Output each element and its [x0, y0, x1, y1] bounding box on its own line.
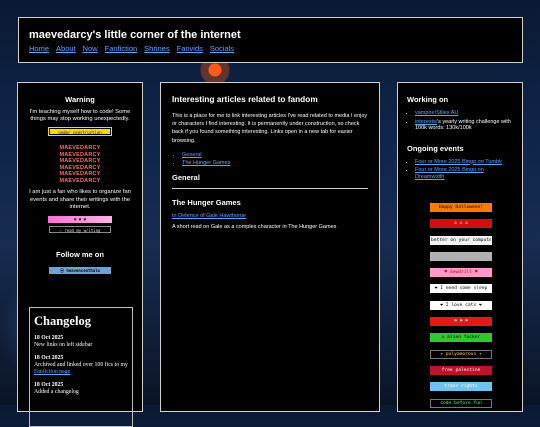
warning-text: I'm teaching myself how to code! Some th…	[29, 109, 131, 123]
stamp-button: free palestine	[430, 365, 492, 375]
maevedarcy-logo: MAEVEDARCY MAEVEDARCY MAEVEDARCY MAEVEDA…	[39, 145, 121, 184]
events-list: Four or More 2025 Bingo on Tumblr Four o…	[415, 159, 513, 181]
toc-link-general[interactable]: General	[182, 152, 202, 158]
event-link[interactable]: Four or More 2025 Bingo on Dreamwidth	[415, 167, 484, 180]
list-item: Four or More 2025 Bingo on Tumblr	[415, 159, 513, 166]
table-of-contents: General The Hunger Games	[182, 151, 368, 167]
changelog-text: Archived and linked over 100 fics to my …	[34, 362, 128, 376]
stamp-button: code before fun	[430, 398, 492, 408]
section-heading-general: General	[172, 172, 200, 182]
main-nav: Home About Now Fanfiction Shrines Fanvid…	[29, 44, 512, 53]
section-heading-hunger-games: The Hunger Games	[172, 197, 241, 207]
nav-home[interactable]: Home	[29, 44, 49, 53]
list-item: interestw's yearly writing challenge wit…	[415, 119, 513, 132]
changelog-date: 18 Oct 2025	[34, 335, 64, 342]
list-item: Four or More 2025 Bingo on Dreamwidth	[415, 167, 513, 180]
stamp-button: Happy Halloween!	[430, 203, 492, 212]
stamp-collection: Happy Halloween! ☠ ☠ ☠ better on your comp…	[430, 203, 494, 415]
changelog-date: 18 Oct 2025	[34, 382, 64, 389]
article-link[interactable]: In Defence of Gale Hawthorne	[172, 213, 368, 219]
hearts-stamp: ♥ ♥ ♥	[48, 216, 112, 224]
stamp-button: ❤ I love cats ❤	[430, 300, 492, 310]
read-my-writing-stamp[interactable]: ☉ read my writing	[49, 226, 111, 234]
changelog-text: New links on left sidebar	[34, 342, 93, 349]
nav-shrines[interactable]: Shrines	[144, 44, 169, 53]
main-content: Interesting articles related to fandom T…	[160, 82, 380, 412]
stamp-button: ♥ dewdrill ♥	[430, 268, 492, 278]
logo-row: MAEVEDARCY MAEVEDARCY	[59, 158, 101, 171]
nav-fanfiction[interactable]: Fanfiction	[105, 44, 138, 53]
fan-intro-text: I am just a fan who likes to organize fa…	[29, 189, 131, 210]
fanfiction-page-link[interactable]: Fanfiction page	[34, 369, 70, 375]
warning-heading: Warning	[65, 95, 95, 104]
nav-socials[interactable]: Socials	[210, 44, 234, 53]
stamp-button: better on your computer ▣	[430, 235, 492, 245]
intro-paragraph: This is a place for me to link interesti…	[172, 113, 368, 144]
page-title: Interesting articles related to fandom	[172, 94, 318, 104]
stamp-button: ✦ polyamorous ✦	[430, 349, 492, 359]
nav-now[interactable]: Now	[83, 44, 98, 53]
event-link[interactable]: Four or More 2025 Bingo on Tumblr	[415, 159, 502, 165]
stamp-button	[430, 251, 492, 261]
stamp-button: ☠ alien fucker	[430, 333, 492, 343]
stamp-button: ⚑ ⚑ ⚑	[430, 317, 492, 327]
working-on-list: vampire!Stiles AU interestw's yearly wri…	[415, 110, 513, 132]
section-divider	[172, 187, 368, 189]
site-header: maevedarcy's little corner of the intern…	[18, 17, 523, 63]
site-title: maevedarcy's little corner of the intern…	[29, 29, 241, 41]
logo-row: MAEVEDARCY MAEVEDARCY	[59, 145, 101, 158]
toc-item: General	[182, 151, 368, 159]
under-construction-stamp: under construction	[48, 127, 112, 137]
changelog-text-part: Archived and linked over 100 fics to my	[34, 362, 128, 369]
nav-about[interactable]: About	[56, 44, 76, 53]
toc-item: The Hunger Games	[182, 159, 368, 167]
toc-link-hunger-games[interactable]: The Hunger Games	[182, 160, 230, 166]
nav-fanvids[interactable]: Fanvids	[177, 44, 203, 53]
working-on-heading: Working on	[407, 95, 449, 104]
stamp-button: ❤ I need some sleep	[430, 284, 492, 294]
logo-row: MAEVEDARCY MAEVEDARCY	[59, 171, 101, 184]
changelog-title: Changelog	[34, 314, 91, 329]
right-sidebar: Working on vampire!Stiles AU interestw's…	[397, 82, 523, 412]
left-sidebar: Warning I'm teaching myself how to code!…	[17, 82, 143, 427]
social-handle-stamp[interactable]: ⦿ heavencenthalo	[49, 267, 111, 275]
article-description: A short read on Gale as a complex charac…	[172, 223, 337, 230]
changelog-date: 18 Oct 2025	[34, 355, 64, 362]
stamp-button: ☠ ☠ ☠	[430, 219, 492, 229]
ongoing-events-heading: Ongoing events	[407, 143, 464, 153]
stamp-button: trans rights	[430, 382, 492, 392]
list-item: vampire!Stiles AU	[415, 110, 513, 117]
changelog-box: Changelog 18 Oct 2025 New links on left …	[29, 307, 133, 427]
working-item-link[interactable]: vampire!Stiles AU	[415, 110, 458, 116]
follow-heading: Follow me on	[56, 250, 104, 260]
working-item-link[interactable]: interestw	[415, 119, 437, 125]
changelog-text: Added a changelog	[34, 389, 79, 396]
